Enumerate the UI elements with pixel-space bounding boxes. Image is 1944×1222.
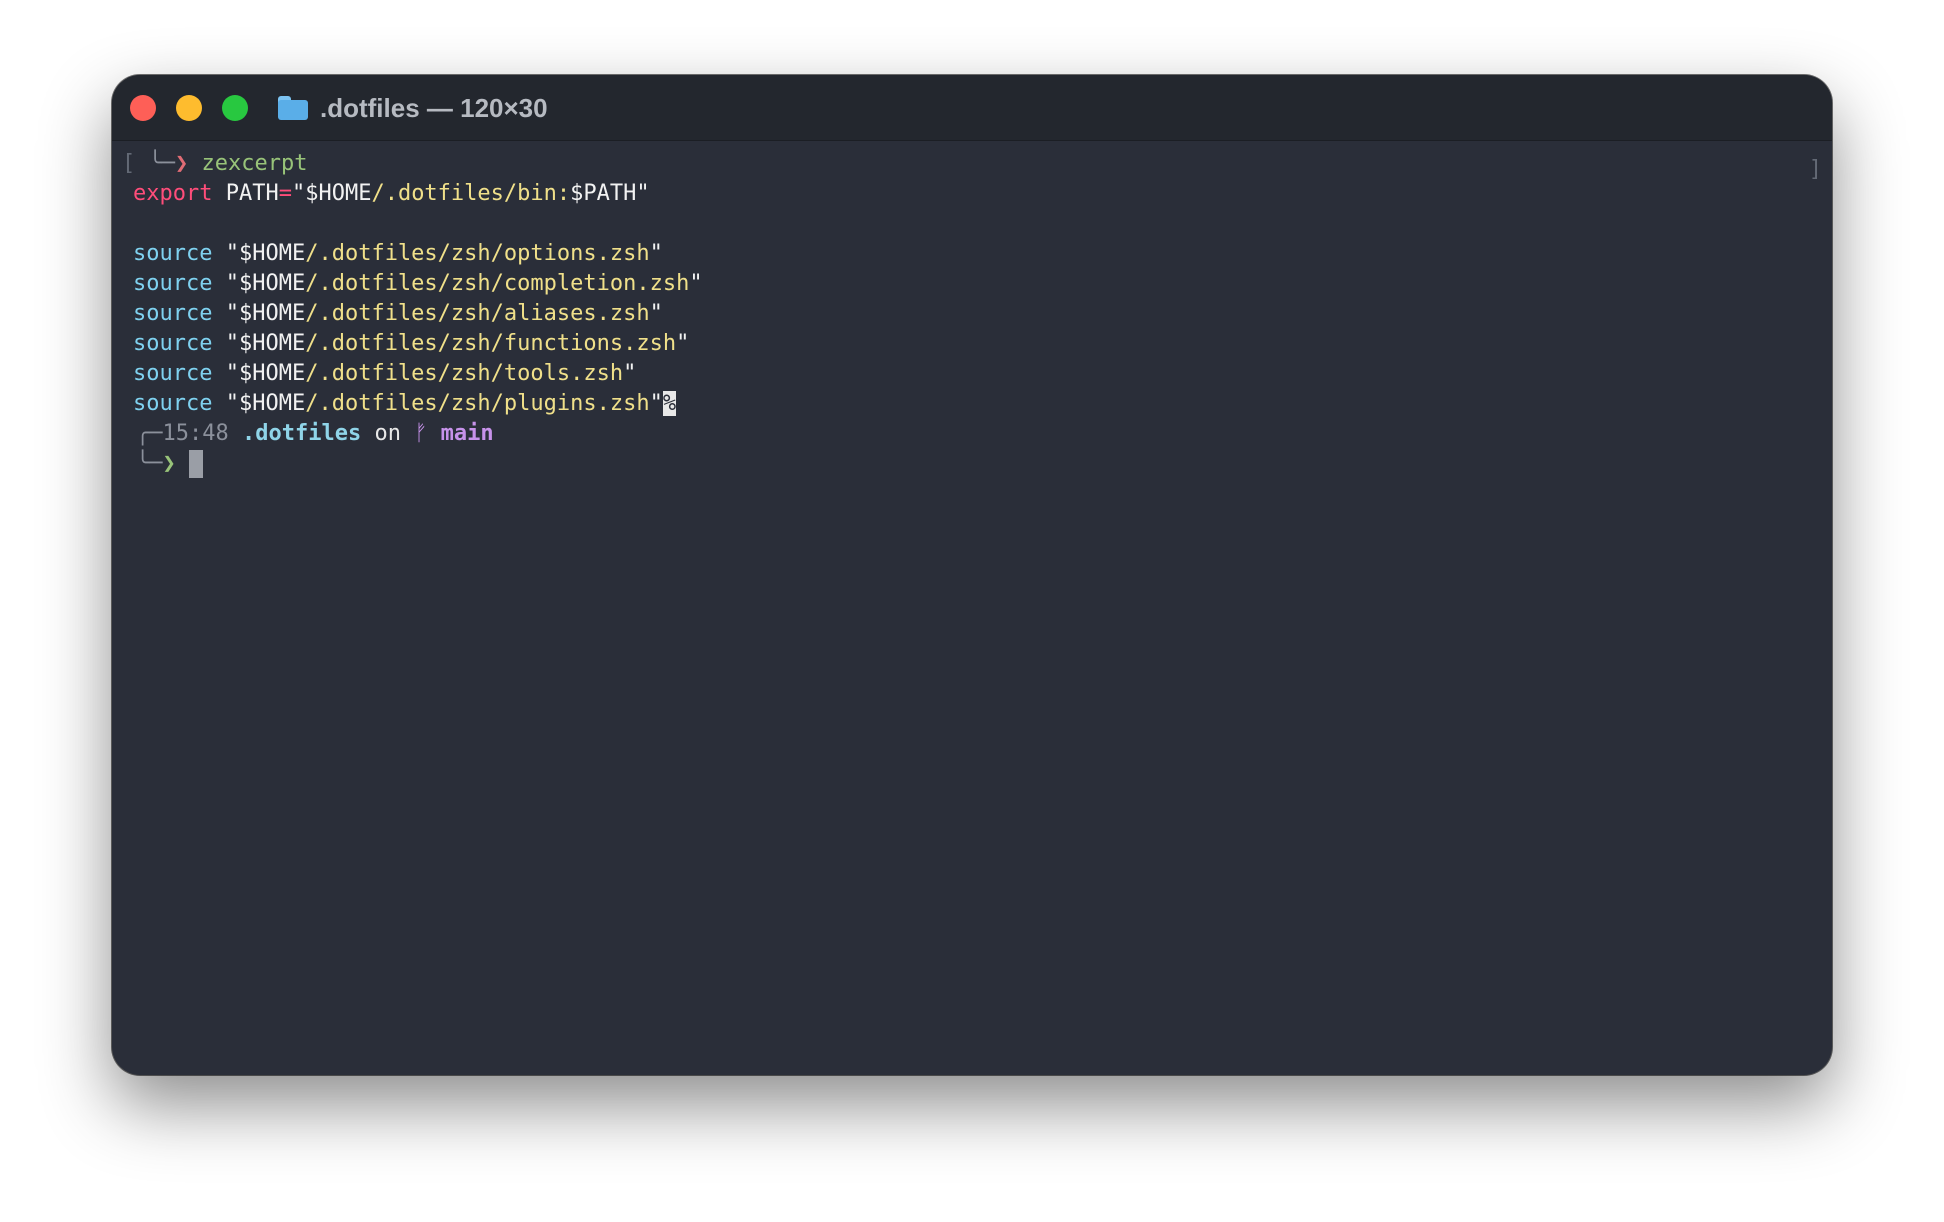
source-line: source "$HOME/.dotfiles/zsh/functions.zs… <box>133 331 690 356</box>
close-button[interactable] <box>130 95 156 121</box>
current-prompt-info: ╭─15:48 .dotfiles on ᚠ main <box>136 421 494 446</box>
no-newline-marker: % <box>662 391 677 416</box>
git-branch-name: main <box>440 421 494 446</box>
git-branch-icon: ᚠ <box>414 421 428 446</box>
prompt-arrow-icon: ❯ <box>162 451 176 476</box>
export-line: export PATH="$HOME/.dotfiles/bin:$PATH" <box>133 181 650 206</box>
zoom-button[interactable] <box>222 95 248 121</box>
prompt-arrow-icon: ❯ <box>175 151 189 176</box>
previous-prompt-line: [ ╰─❯ zexcerpt <box>122 151 308 176</box>
source-line: source "$HOME/.dotfiles/zsh/aliases.zsh" <box>133 301 663 326</box>
terminal-content[interactable]: [ ╰─❯ zexcerpt ] export PATH="$HOME/.dot… <box>112 141 1832 1075</box>
terminal-window: .dotfiles — 120×30 [ ╰─❯ zexcerpt ] expo… <box>112 75 1832 1075</box>
current-prompt-input[interactable]: ╰─❯ <box>136 449 203 479</box>
source-line: source "$HOME/.dotfiles/zsh/options.zsh" <box>133 241 663 266</box>
source-line: source "$HOME/.dotfiles/zsh/completion.z… <box>133 271 703 296</box>
text-cursor <box>189 450 203 478</box>
source-line: source "$HOME/.dotfiles/zsh/plugins.zsh"… <box>133 391 677 416</box>
minimize-button[interactable] <box>176 95 202 121</box>
prompt-directory: .dotfiles <box>241 421 362 446</box>
right-bracket: ] <box>1808 157 1822 182</box>
window-title: .dotfiles — 120×30 <box>278 89 548 127</box>
window-title-text: .dotfiles — 120×30 <box>320 92 548 123</box>
source-line: source "$HOME/.dotfiles/zsh/tools.zsh" <box>133 361 637 386</box>
folder-icon <box>278 96 308 120</box>
title-bar[interactable]: .dotfiles — 120×30 <box>112 75 1832 141</box>
prompt-time: 15:48 <box>162 421 229 446</box>
previous-command: zexcerpt <box>201 151 308 176</box>
